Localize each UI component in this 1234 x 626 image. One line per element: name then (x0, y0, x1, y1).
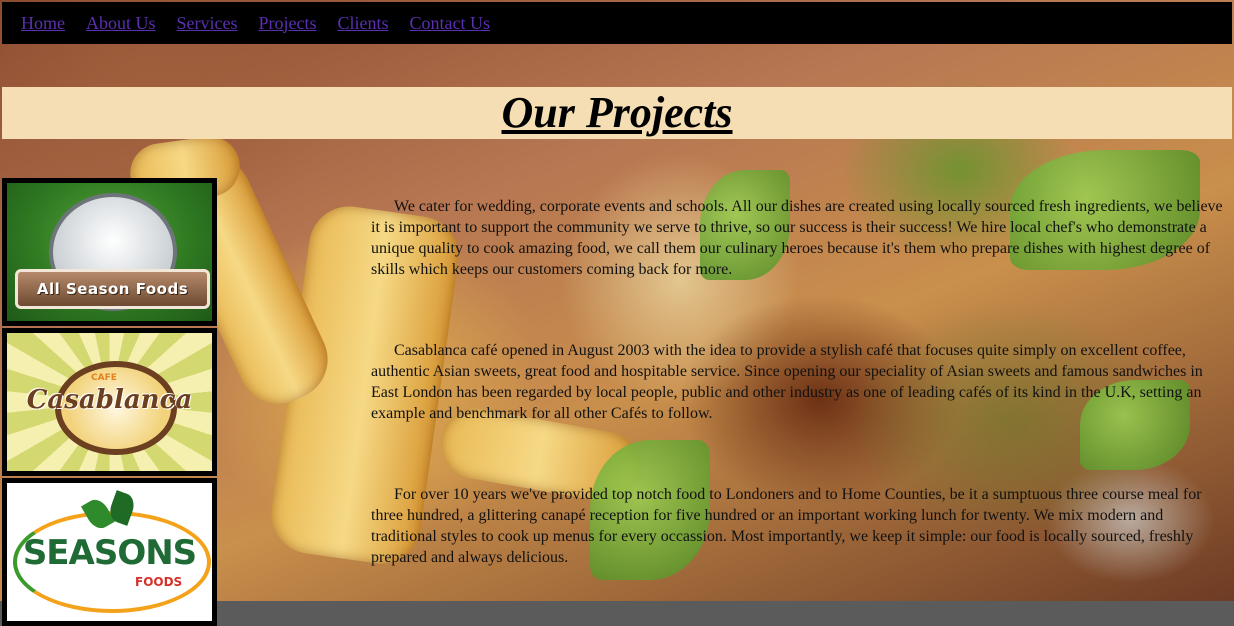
paragraph-weddings: We cater for wedding, corporate events a… (371, 198, 1223, 278)
nav-home-link[interactable]: Home (21, 13, 65, 34)
seasons-foods-text: FOODS (135, 575, 183, 589)
paragraph-experience: For over 10 years we've provided top not… (371, 486, 1202, 566)
projects-content: We cater for wedding, corporate events a… (371, 196, 1231, 568)
casablanca-cafe-text: CAFE (91, 373, 117, 383)
all-season-foods-logo: All Season Foods (2, 178, 217, 326)
client-logos: All Season Foods CAFE Casablanca SEASONS… (2, 178, 217, 626)
all-season-logo-text: All Season Foods (36, 280, 189, 298)
nav-services-link[interactable]: Services (177, 13, 238, 34)
casablanca-logo: CAFE Casablanca (2, 328, 217, 476)
top-nav: Home About Us Services Projects Clients … (2, 2, 1232, 44)
title-banner: Our Projects (2, 87, 1232, 139)
nav-clients-link[interactable]: Clients (338, 13, 389, 34)
seasons-foods-logo: SEASONS FOODS (2, 478, 217, 626)
nav-contact-link[interactable]: Contact Us (410, 13, 491, 34)
casablanca-logo-text: Casablanca (26, 385, 193, 415)
nav-about-link[interactable]: About Us (86, 13, 156, 34)
page-title: Our Projects (501, 88, 733, 137)
paragraph-casablanca: Casablanca café opened in August 2003 wi… (371, 342, 1203, 422)
seasons-logo-text: SEASONS (22, 533, 197, 573)
nav-projects-link[interactable]: Projects (259, 13, 317, 34)
